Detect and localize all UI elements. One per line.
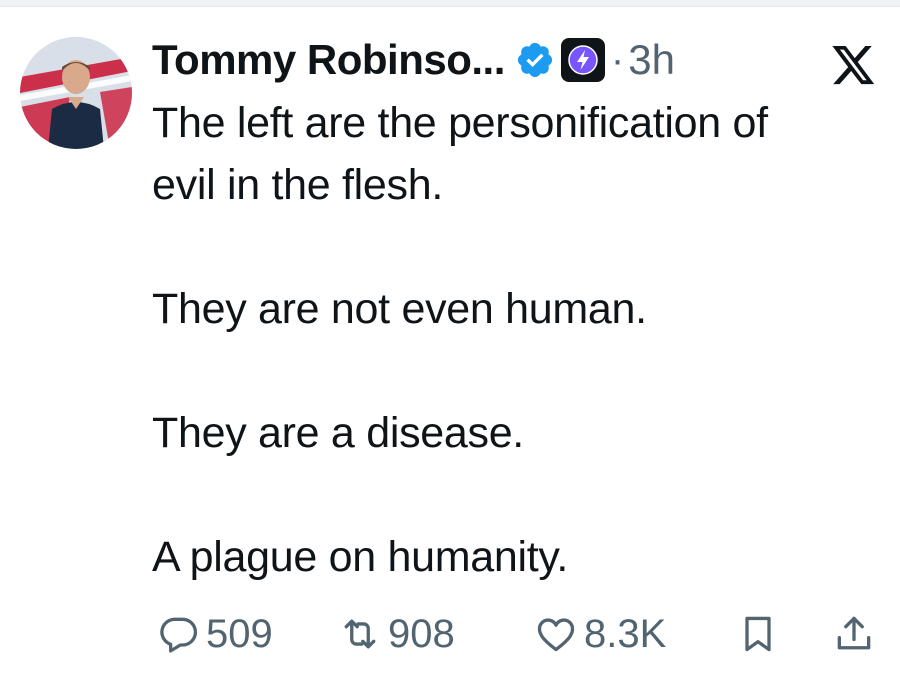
- post-line: evil in the flesh.: [152, 161, 443, 209]
- heart-icon: [537, 618, 575, 652]
- reply-button[interactable]: 509: [156, 606, 273, 662]
- line-break: [152, 216, 882, 278]
- post-timestamp[interactable]: 3h: [628, 36, 675, 84]
- like-button[interactable]: 8.3K: [534, 606, 666, 662]
- share-icon: [837, 616, 871, 650]
- action-bar: 509 908 8.3K: [152, 606, 882, 662]
- verified-badge-icon[interactable]: [515, 40, 555, 80]
- avatar[interactable]: [20, 37, 132, 149]
- reply-count: 509: [206, 611, 273, 656]
- post-header: Tommy Robinso... · 3h: [152, 32, 675, 88]
- lightning-badge-icon[interactable]: [560, 38, 605, 82]
- separator-dot: ·: [610, 37, 625, 82]
- bookmark-icon: [745, 616, 771, 652]
- post-line: They are not even human.: [152, 285, 647, 333]
- post-text: The left are the personification of evil…: [152, 92, 882, 588]
- avatar-photo-icon: [20, 37, 132, 149]
- reply-icon: [160, 617, 198, 653]
- repost-count: 908: [388, 611, 455, 656]
- bookmark-button[interactable]: [736, 606, 780, 662]
- share-button[interactable]: [832, 606, 876, 662]
- post-line: They are a disease.: [152, 409, 524, 457]
- author-display-name[interactable]: Tommy Robinso...: [152, 36, 505, 84]
- post-line: A plague on humanity.: [152, 533, 569, 581]
- line-break: [152, 464, 882, 526]
- top-divider: [0, 0, 900, 7]
- post-line: The left are the personification of: [152, 99, 768, 147]
- x-logo-icon[interactable]: [832, 46, 876, 86]
- line-break: [152, 340, 882, 402]
- repost-icon: [344, 619, 376, 649]
- repost-button[interactable]: 908: [338, 606, 455, 662]
- like-count: 8.3K: [584, 611, 667, 656]
